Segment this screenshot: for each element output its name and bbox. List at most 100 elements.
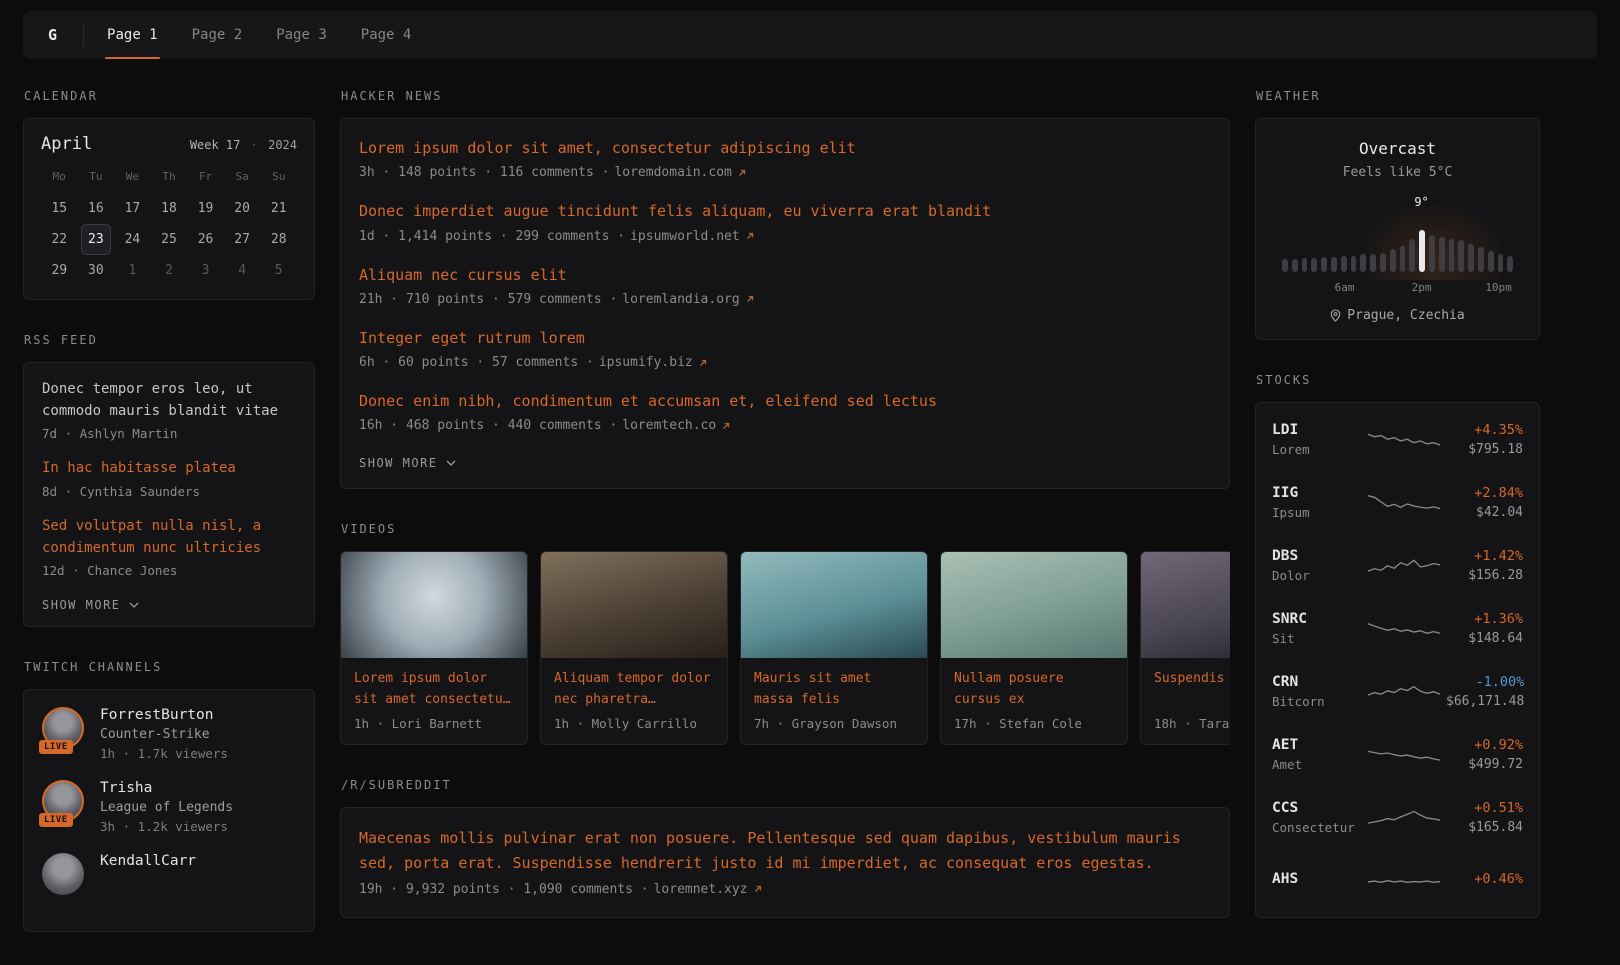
avatar-wrap: LIVE: [42, 707, 86, 749]
feed-item-title[interactable]: Donec enim nibh, condimentum et accumsan…: [359, 390, 1211, 413]
stock-price: $165.84: [1446, 820, 1523, 835]
video-thumbnail[interactable]: [741, 552, 927, 658]
feed-item-domain-link[interactable]: loremdomain.com: [614, 165, 731, 180]
feed-item-meta: 3h · 148 points · 116 comments · loremdo…: [359, 165, 1211, 180]
feed-item-domain-link[interactable]: ipsumify.biz: [599, 355, 693, 370]
external-link-icon: [698, 358, 708, 368]
feed-item: Integer eget rutrum lorem 6h · 60 points…: [359, 327, 1211, 370]
middle-column: HACKER NEWS Lorem ipsum dolor sit amet, …: [340, 89, 1230, 951]
external-link-icon: [745, 294, 755, 304]
calendar-day: 4: [227, 255, 258, 286]
stock-price: $795.18: [1446, 442, 1523, 457]
channel-name[interactable]: KendallCarr: [100, 853, 196, 869]
stock-row[interactable]: CCS Consectetur +0.51% $165.84: [1272, 786, 1523, 849]
twitch-widget: TWITCH CHANNELS LIVE ForrestBurton Count…: [23, 660, 315, 932]
weather-hour-bar: [1380, 253, 1386, 272]
weather-hour-bar: [1478, 247, 1484, 272]
subreddit-widget: /R/SUBREDDIT Maecenas mollis pulvinar er…: [340, 778, 1230, 918]
video-thumbnail[interactable]: [941, 552, 1127, 658]
stock-change: +0.46%: [1446, 871, 1523, 887]
stock-row[interactable]: AHS +0.46%: [1272, 849, 1523, 912]
weather-hour-bar: [1409, 239, 1415, 272]
video-thumbnail[interactable]: [541, 552, 727, 658]
calendar-day-header: We: [114, 162, 151, 193]
page-tab[interactable]: Page 4: [344, 11, 429, 59]
dashboard-layout: CALENDAR April Week 17 · 2024 MoTuWeThFr…: [0, 59, 1620, 965]
video-title[interactable]: Mauris sit amet massa felis: [754, 669, 914, 711]
twitch-panel: LIVE ForrestBurton Counter-Strike 1h · 1…: [23, 689, 315, 932]
stock-row[interactable]: DBS Dolor +1.42% $156.28: [1272, 534, 1523, 597]
page-tab[interactable]: Page 1: [90, 11, 175, 59]
calendar-day-header: Tu: [78, 162, 115, 193]
feed-item-meta-text: 16h · 468 points · 440 comments ·: [359, 418, 617, 433]
weather-hour-bar: [1429, 235, 1435, 272]
page-tab-label: Page 2: [192, 27, 243, 43]
stock-sparkline: [1366, 425, 1442, 455]
channel-name[interactable]: ForrestBurton: [100, 707, 228, 723]
weather-hour-bar: [1370, 254, 1376, 272]
twitch-channel-list: LIVE ForrestBurton Counter-Strike 1h · 1…: [42, 707, 296, 895]
feed-item: Donec imperdiet augue tincidunt felis al…: [359, 200, 1211, 243]
twitch-channel-item[interactable]: KendallCarr: [42, 853, 296, 895]
weather-hour-bar: [1311, 258, 1317, 272]
channel-name[interactable]: Trisha: [100, 780, 233, 796]
hackernews-list: Lorem ipsum dolor sit amet, consectetur …: [359, 137, 1211, 433]
page-tab[interactable]: Page 3: [259, 11, 344, 59]
section-title-weather: WEATHER: [1256, 89, 1540, 103]
feed-item-title[interactable]: Donec imperdiet augue tincidunt felis al…: [359, 200, 1211, 223]
video-card[interactable]: Lorem ipsum dolor sit amet consectetu… 1…: [340, 551, 528, 745]
hackernews-show-more-button[interactable]: SHOW MORE: [359, 453, 456, 472]
topbar: G Page 1Page 2Page 3Page 4: [23, 11, 1597, 59]
video-card[interactable]: Aliquam tempor dolor nec pharetra… 1h · …: [540, 551, 728, 745]
feed-item-domain-link[interactable]: loremnet.xyz: [654, 882, 748, 897]
feed-item-domain-link[interactable]: loremtech.co: [622, 418, 716, 433]
stock-row[interactable]: AET Amet +0.92% $499.72: [1272, 723, 1523, 786]
feed-item-title[interactable]: Integer eget rutrum lorem: [359, 327, 1211, 350]
stock-row[interactable]: LDI Lorem +4.35% $795.18: [1272, 408, 1523, 471]
videos-widget: VIDEOS Lorem ipsum dolor sit amet consec…: [340, 522, 1230, 745]
stock-row[interactable]: IIG Ipsum +2.84% $42.04: [1272, 471, 1523, 534]
stock-id: AHS: [1272, 871, 1362, 891]
feed-item-title[interactable]: Sed volutpat nulla nisl, a condimentum n…: [42, 516, 296, 559]
video-title[interactable]: Suspendis diam: [1154, 669, 1230, 711]
rss-show-more-button[interactable]: SHOW MORE: [42, 595, 139, 614]
video-title[interactable]: Nullam posuere cursus ex: [954, 669, 1114, 711]
twitch-channel-item[interactable]: LIVE Trisha League of Legends 3h · 1.2k …: [42, 780, 296, 834]
stock-sparkline: [1366, 614, 1442, 644]
weather-feels-like: Feels like 5°C: [1274, 165, 1521, 180]
video-title[interactable]: Lorem ipsum dolor sit amet consectetu…: [354, 669, 514, 711]
twitch-channel-item[interactable]: LIVE ForrestBurton Counter-Strike 1h · 1…: [42, 707, 296, 761]
video-card[interactable]: Nullam posuere cursus ex 17h · Stefan Co…: [940, 551, 1128, 745]
video-title[interactable]: Aliquam tempor dolor nec pharetra…: [554, 669, 714, 711]
feed-item-title[interactable]: Donec tempor eros leo, ut commodo mauris…: [42, 379, 296, 422]
video-thumbnail[interactable]: [341, 552, 527, 658]
section-title-rss: RSS FEED: [24, 333, 315, 347]
video-card[interactable]: Mauris sit amet massa felis 7h · Grayson…: [740, 551, 928, 745]
calendar-day: 25: [154, 224, 185, 255]
feed-item-domain-link[interactable]: loremlandia.org: [622, 292, 739, 307]
calendar-day: 15: [44, 193, 75, 224]
calendar-widget: CALENDAR April Week 17 · 2024 MoTuWeThFr…: [23, 89, 315, 300]
feed-item-title[interactable]: Lorem ipsum dolor sit amet, consectetur …: [359, 137, 1211, 160]
hackernews-panel: Lorem ipsum dolor sit amet, consectetur …: [340, 118, 1230, 489]
feed-item-title[interactable]: Maecenas mollis pulvinar erat non posuer…: [359, 826, 1211, 876]
feed-item-meta: 19h · 9,932 points · 1,090 comments · lo…: [359, 882, 1211, 897]
stock-sparkline: [1366, 866, 1442, 896]
feed-item-title[interactable]: Aliquam nec cursus elit: [359, 264, 1211, 287]
stock-id: IIG Ipsum: [1272, 485, 1362, 520]
weather-hour-bar: [1439, 237, 1445, 272]
page-tab[interactable]: Page 2: [175, 11, 260, 59]
feed-item-meta: 7d · Ashlyn Martin: [42, 426, 296, 441]
weather-hour-bar: [1302, 258, 1308, 272]
stock-row[interactable]: CRN Bitcorn -1.00% $66,171.48: [1272, 660, 1523, 723]
stock-row[interactable]: SNRC Sit +1.36% $148.64: [1272, 597, 1523, 660]
feed-item-domain-link[interactable]: ipsumworld.net: [630, 229, 740, 244]
stock-change: +4.35%: [1446, 422, 1523, 438]
weather-hour-bar: [1419, 230, 1425, 272]
feed-item-title[interactable]: In hac habitasse platea: [42, 458, 296, 480]
video-thumbnail[interactable]: [1141, 552, 1230, 658]
external-link-icon: [737, 168, 747, 178]
live-badge: LIVE: [39, 813, 73, 827]
calendar-day: 5: [263, 255, 294, 286]
video-card[interactable]: Suspendis diam 18h · Tara: [1140, 551, 1230, 745]
